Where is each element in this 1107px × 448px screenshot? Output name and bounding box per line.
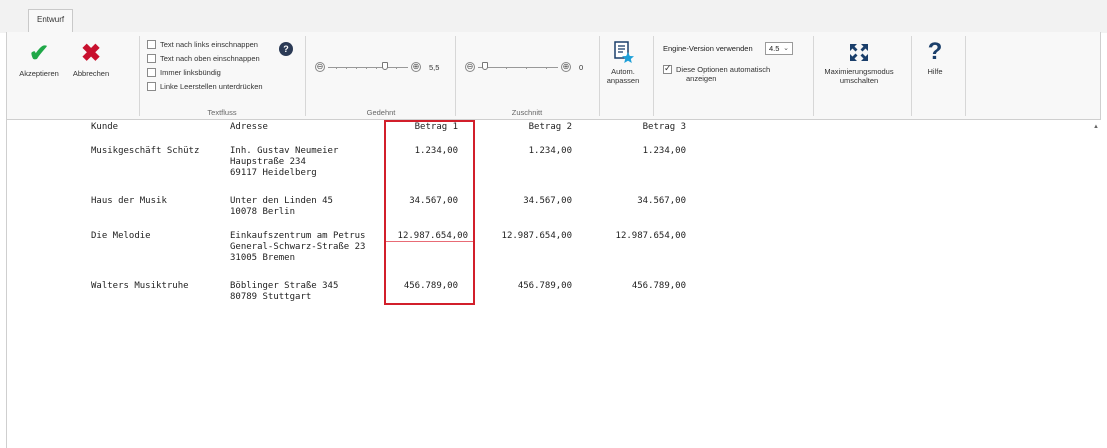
expand-icon [850, 44, 868, 61]
slider-track[interactable] [328, 62, 408, 72]
cell-betrag2: 12.987.654,00 [501, 231, 572, 241]
tab-strip-line [73, 9, 1101, 33]
chevron-down-icon: ⌄ [783, 45, 789, 52]
cell-betrag3: 34.567,00 [637, 196, 686, 206]
checkbox[interactable] [147, 82, 156, 91]
cell-adresse-line: 80789 Stuttgart [230, 292, 312, 302]
column-header-betrag3: Betrag 3 [642, 122, 686, 132]
cell-betrag2: 456.789,00 [517, 281, 572, 291]
cell-adresse-line: 69117 Heidelberg [230, 168, 317, 178]
cell-adresse-line: Unter den Linden 45 [230, 196, 333, 206]
group-separator [911, 36, 912, 116]
zoom-out-icon[interactable]: ⊖ [315, 62, 325, 72]
option-label: Immer linksbündig [160, 68, 221, 77]
group-label-zuschnitt: Zuschnitt [511, 108, 543, 117]
cancel-button[interactable]: ✖ Abbrechen [67, 40, 115, 79]
checkbox[interactable] [147, 40, 156, 49]
cell-adresse-line: Böblinger Straße 345 [230, 281, 339, 291]
cell-adresse-line: Haupstraße 234 [230, 157, 306, 167]
option-always-left[interactable]: Immer linksbündig [147, 68, 221, 77]
cell-kunde: Die Melodie [91, 231, 151, 241]
engine-version-value: 4.5 [769, 44, 780, 53]
zoom-out-icon[interactable]: ⊖ [465, 62, 475, 72]
accept-label: Akzeptieren [19, 69, 59, 78]
option-snap-top[interactable]: Text nach oben einschnappen [147, 54, 260, 63]
slider-track[interactable] [478, 62, 558, 72]
option-label: Linke Leerstellen unterdrücken [160, 82, 263, 91]
cell-adresse-line: 10078 Berlin [230, 207, 296, 217]
crop-value: 0 [579, 62, 584, 72]
column-header-adresse: Adresse [230, 122, 268, 132]
tab-strip: Entwurf [0, 0, 1107, 33]
ribbon: ✔ Akzeptieren ✖ Abbrechen Text nach link… [6, 32, 1101, 120]
question-icon: ? [927, 38, 943, 65]
help-button[interactable]: ? Hilfe [913, 38, 957, 77]
cell-kunde: Haus der Musik [91, 196, 167, 206]
column-header-betrag2: Betrag 2 [528, 122, 572, 132]
cell-adresse-line: Inh. Gustav Neumeier [230, 146, 339, 156]
option-label: Text nach links einschnappen [160, 40, 258, 49]
slider-thumb[interactable] [482, 62, 488, 70]
group-separator [305, 36, 306, 116]
option-auto-show[interactable]: Diese Optionen automatisch anzeigen [663, 63, 771, 83]
overflow-marker-line [386, 241, 473, 242]
cell-betrag3: 1.234,00 [642, 146, 686, 156]
checkbox[interactable] [147, 68, 156, 77]
column-selection-highlight[interactable] [384, 120, 475, 305]
slider-thumb[interactable] [382, 62, 388, 70]
group-separator [965, 36, 966, 116]
stretch-slider[interactable]: ⊖ ⊕ 5,5 [315, 62, 439, 72]
cell-betrag3: 456.789,00 [631, 281, 686, 291]
crop-slider[interactable]: ⊖ ⊕ 0 [465, 62, 583, 72]
group-label-gedehnt: Gedehnt [366, 108, 396, 117]
cell-kunde: Musikgeschäft Schütz [91, 146, 200, 156]
cell-adresse-line: 31005 Bremen [230, 253, 296, 263]
help-icon[interactable]: ? [279, 42, 293, 56]
zoom-in-icon[interactable]: ⊕ [411, 62, 421, 72]
option-snap-left[interactable]: Text nach links einschnappen [147, 40, 258, 49]
group-separator [653, 36, 654, 116]
stretch-value: 5,5 [429, 62, 440, 72]
checkmark-icon: ✔ [28, 40, 50, 67]
auto-adjust-line2: anpassen [606, 76, 640, 85]
option-label: Text nach oben einschnappen [160, 54, 260, 63]
auto-adjust-button[interactable]: Autom. anpassen [601, 40, 645, 85]
tab-entwurf[interactable]: Entwurf [28, 9, 73, 33]
auto-show-line2: anzeigen [686, 74, 717, 83]
maximize-mode-button[interactable]: Maximierungsmodus umschalten [815, 40, 903, 85]
group-separator [455, 36, 456, 116]
accept-button[interactable]: ✔ Akzeptieren [13, 40, 65, 79]
engine-version-select[interactable]: 4.5 ⌄ [765, 42, 793, 55]
checkbox[interactable] [147, 54, 156, 63]
auto-show-line1: Diese Optionen automatisch [676, 65, 771, 74]
engine-version-label: Engine-Version verwenden [663, 44, 753, 53]
group-separator [139, 36, 140, 116]
option-suppress-spaces[interactable]: Linke Leerstellen unterdrücken [147, 82, 263, 91]
group-label-textfluss: Textfluss [207, 108, 237, 117]
zoom-in-icon[interactable]: ⊕ [561, 62, 571, 72]
group-separator [599, 36, 600, 116]
document-star-icon [614, 41, 634, 63]
scroll-up-icon[interactable]: ▲ [1093, 124, 1099, 130]
cell-kunde: Walters Musiktruhe [91, 281, 189, 291]
maximize-line1: Maximierungsmodus [824, 67, 894, 76]
cell-adresse-line: General-Schwarz-Straße 23 [230, 242, 366, 252]
cell-betrag2: 34.567,00 [523, 196, 572, 206]
cancel-label: Abbrechen [72, 69, 110, 78]
close-icon: ✖ [80, 40, 102, 67]
cell-betrag3: 12.987.654,00 [615, 231, 686, 241]
cell-adresse-line: Einkaufszentrum am Petrus [230, 231, 366, 241]
checkbox[interactable] [663, 63, 672, 74]
auto-adjust-line1: Autom. [611, 67, 635, 76]
maximize-line2: umschalten [839, 76, 879, 85]
column-header-kunde: Kunde [91, 122, 119, 132]
help-label: Hilfe [927, 67, 943, 76]
cell-betrag2: 1.234,00 [528, 146, 572, 156]
group-separator [813, 36, 814, 116]
